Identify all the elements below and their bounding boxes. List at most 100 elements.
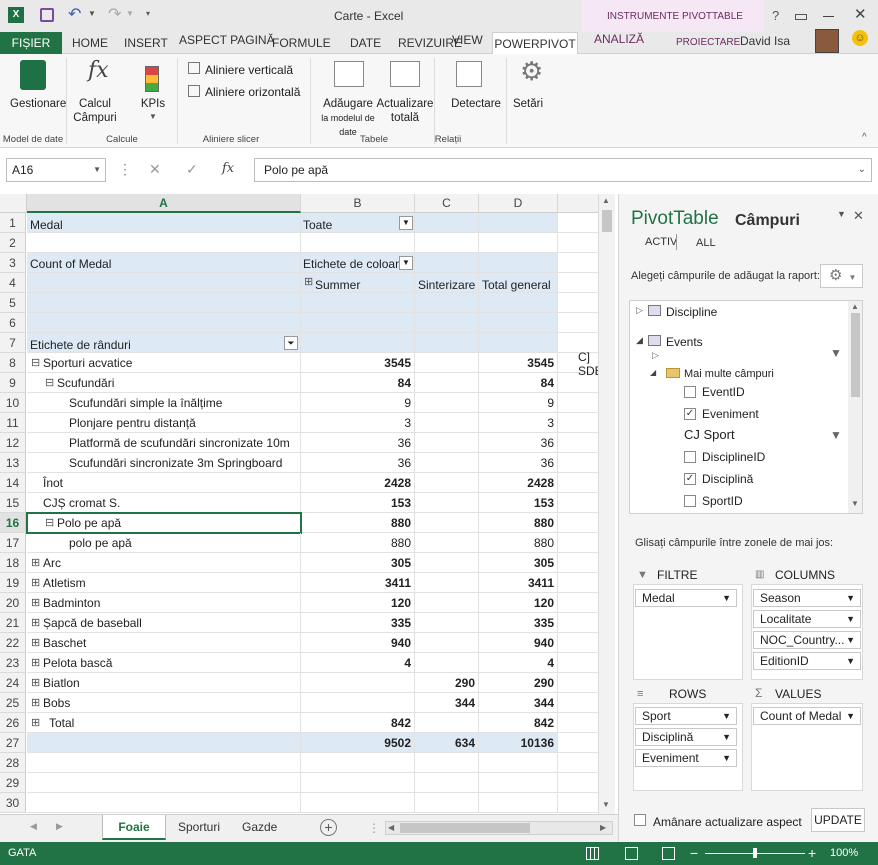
expand-icon[interactable]: ⊞ xyxy=(31,553,40,572)
cell-c[interactable] xyxy=(415,633,479,653)
row-header[interactable]: 11 xyxy=(0,413,26,433)
cell-d[interactable]: 9 xyxy=(479,393,558,413)
smiley-icon[interactable]: ☺ xyxy=(852,30,868,46)
cell-b[interactable] xyxy=(301,693,415,713)
row-header[interactable]: 28 xyxy=(0,753,26,773)
cell-d[interactable] xyxy=(479,233,558,253)
cell-c[interactable] xyxy=(415,653,479,673)
cell-c[interactable] xyxy=(415,293,479,313)
checkbox-sportid[interactable] xyxy=(684,495,696,507)
cell-a[interactable]: Bobs ⊞ xyxy=(27,693,301,713)
row-header[interactable]: 30 xyxy=(0,793,26,813)
row-header[interactable]: 10 xyxy=(0,393,26,413)
cell-e[interactable] xyxy=(558,793,600,813)
pivot-area-item[interactable]: Localitate ▼ xyxy=(753,610,861,628)
user-name[interactable]: David Isa xyxy=(740,30,790,52)
field-eventid[interactable]: EventID xyxy=(702,385,745,399)
prev-sheet-icon[interactable]: ◀ xyxy=(30,821,37,832)
normal-view-icon[interactable] xyxy=(586,847,599,860)
collapse-icon[interactable]: ⊟ xyxy=(45,373,54,392)
cell-b[interactable] xyxy=(301,793,415,813)
expand-icon[interactable]: ⊞ xyxy=(31,653,40,672)
refresh-all-button[interactable]: Actualizare totală xyxy=(376,97,434,125)
panel-options-icon[interactable]: ▼ xyxy=(837,209,846,219)
cell-b[interactable]: 842 xyxy=(301,713,415,733)
tab-file[interactable]: FIȘIER xyxy=(0,32,62,54)
pivot-area-item[interactable]: Sport ▼ xyxy=(635,707,737,725)
column-header-e[interactable] xyxy=(558,194,600,213)
tab-active-fields[interactable]: ACTIV xyxy=(645,236,677,248)
hscroll-left-icon[interactable]: ◀ xyxy=(388,823,394,832)
pivot-area-item[interactable]: EditionID ▼ xyxy=(753,652,861,670)
field-eveniment[interactable]: Eveniment xyxy=(702,407,759,421)
formula-input[interactable]: Polo pe apă ⌄ xyxy=(254,158,872,182)
cell-e[interactable] xyxy=(558,673,600,693)
cell-a[interactable]: Count of Medal xyxy=(27,253,301,273)
cell-d[interactable]: 880 xyxy=(479,513,558,533)
tab-home[interactable]: HOME xyxy=(72,32,108,54)
cell-c[interactable] xyxy=(415,533,479,553)
chevron-down-icon[interactable]: ▼ xyxy=(846,611,855,627)
update-button[interactable]: UPDATE xyxy=(811,808,865,832)
cell-e[interactable] xyxy=(558,573,600,593)
cell-c[interactable] xyxy=(415,793,479,813)
cell-e[interactable] xyxy=(558,313,600,333)
cell-c[interactable] xyxy=(415,433,479,453)
cell-c[interactable] xyxy=(415,393,479,413)
cell-b[interactable]: 120 xyxy=(301,593,415,613)
worksheet-grid[interactable]: A B C D 1 Medal Toate ▼ 2 3 Count of Medal Etic… xyxy=(0,194,600,814)
row-header[interactable]: 6 xyxy=(0,313,26,333)
add-sheet-icon[interactable]: + xyxy=(320,819,337,836)
next-sheet-icon[interactable]: ▶ xyxy=(56,821,63,832)
cell-c[interactable]: 634 xyxy=(415,733,479,753)
row-header[interactable]: 13 xyxy=(0,453,26,473)
cell-d[interactable]: 10136 xyxy=(479,733,558,753)
checkbox-eventid[interactable] xyxy=(684,386,696,398)
row-header[interactable]: 7 xyxy=(0,333,26,353)
field-list-scrollbar[interactable]: ▲ ▼ xyxy=(848,301,862,513)
expand-discipline-icon[interactable]: ▷ xyxy=(636,305,643,316)
row-header[interactable]: 9 xyxy=(0,373,26,393)
field-layout-button[interactable]: ⚙ ▼ xyxy=(820,264,863,288)
chevron-down-icon[interactable]: ▼ xyxy=(722,750,731,766)
cancel-icon[interactable]: ✕ xyxy=(149,161,161,178)
chevron-down-icon[interactable]: ▼ xyxy=(846,708,855,724)
cell-e[interactable] xyxy=(558,293,600,313)
cell-a[interactable]: Scufundări sincronizate 3m Springboard xyxy=(27,453,301,473)
close-button[interactable]: ✕ xyxy=(854,5,867,23)
field-sportid[interactable]: SportID xyxy=(702,494,743,508)
cell-d[interactable]: 3545 xyxy=(479,353,558,373)
row-header[interactable]: 20 xyxy=(0,593,26,613)
chevron-down-icon[interactable]: ▼ xyxy=(722,590,731,606)
cell-e[interactable] xyxy=(558,273,600,293)
cell-c[interactable] xyxy=(415,253,479,273)
cell-d[interactable]: 120 xyxy=(479,593,558,613)
column-header-c[interactable]: C xyxy=(415,194,479,213)
cell-c[interactable] xyxy=(415,773,479,793)
row-header[interactable]: 19 xyxy=(0,573,26,593)
cell-c[interactable] xyxy=(415,553,479,573)
cell-d[interactable]: 36 xyxy=(479,433,558,453)
cell-a[interactable]: Scufundări simple la înălțime xyxy=(27,393,301,413)
collapse-events-icon[interactable]: ◢ xyxy=(636,335,643,346)
expand-icon[interactable]: ⊞ xyxy=(31,593,40,612)
cell-b[interactable]: 305 xyxy=(301,553,415,573)
cell-c[interactable] xyxy=(415,753,479,773)
cell-e[interactable] xyxy=(558,533,600,553)
cell-e[interactable] xyxy=(558,553,600,573)
cell-b[interactable]: 880 xyxy=(301,513,415,533)
cell-d[interactable] xyxy=(479,293,558,313)
checkbox-disciplineid[interactable] xyxy=(684,451,696,463)
medal-filter-dropdown[interactable]: ▼ xyxy=(399,216,413,230)
cell-b[interactable] xyxy=(301,293,415,313)
tab-all-fields[interactable]: ALL xyxy=(696,237,716,249)
manage-button[interactable]: Gestionare xyxy=(10,97,66,111)
cell-e[interactable] xyxy=(558,633,600,653)
cell-a[interactable]: Înot xyxy=(27,473,301,493)
row-header[interactable]: 18 xyxy=(0,553,26,573)
name-box[interactable]: A16 ▼ xyxy=(6,158,106,182)
row-header[interactable]: 16 xyxy=(0,513,26,533)
cell-c[interactable]: 344 xyxy=(415,693,479,713)
restore-ribbon-icon[interactable] xyxy=(795,14,807,20)
align-horizontal-button[interactable]: Aliniere orizontală xyxy=(205,85,300,99)
